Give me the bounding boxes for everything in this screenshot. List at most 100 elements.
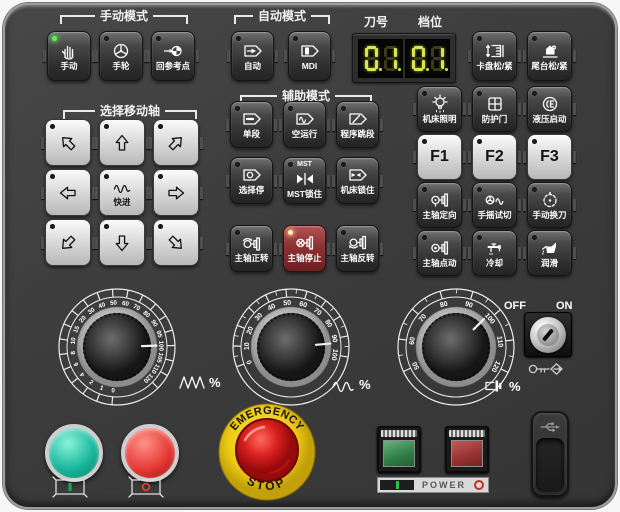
spindle-forward-button[interactable]: 主轴正转 (230, 225, 273, 272)
tool-number-label: 刀号 (364, 13, 388, 30)
spindle-orient-button[interactable]: 主轴定向 (417, 182, 462, 228)
aux-mode-button-group: 单段空运行 程序跳段选择停MSTMST锁住机床锁住 (230, 101, 379, 204)
axis-select-button-group: 快进 (45, 119, 199, 266)
button-label: 程序跳段 (340, 130, 374, 139)
rapid-feed-button[interactable]: 快进 (99, 169, 145, 216)
optional-stop-button[interactable]: 选择停 (230, 157, 273, 204)
manual-mode-group-title: 手动模式 (60, 10, 188, 24)
manual-tool-change-button[interactable]: 手动换刀 (527, 182, 572, 228)
led-indicator (50, 124, 55, 129)
f2-button[interactable]: F2 (472, 134, 517, 180)
led-indicator (104, 224, 109, 229)
manual-mode-button[interactable]: 手动 (47, 31, 91, 81)
led-indicator (236, 36, 241, 41)
button-label: 主轴反转 (340, 254, 374, 263)
pennant-auto-icon (243, 41, 263, 61)
axis-down-button[interactable] (99, 219, 145, 266)
axis-up-button[interactable] (99, 119, 145, 166)
led-indicator (341, 162, 346, 167)
icon-text: MST (297, 161, 312, 168)
spindle-jog-button[interactable]: 主轴点动 (417, 230, 462, 276)
arrow-icon (162, 128, 190, 156)
power-off-button[interactable] (121, 424, 179, 482)
led-indicator (158, 124, 163, 129)
emergency-stop-button[interactable]: EMERGENCY STOP (215, 400, 319, 504)
handwheel-mode-button[interactable]: 手轮 (99, 31, 143, 81)
feedrate-icon (178, 372, 206, 392)
auto-mode-button[interactable]: 自动 (231, 31, 274, 81)
right-function-button-group: 机床照明防护门液压启动 F1 F2F3 主轴定向手摇试切手动换刀主轴点动冷却 润滑 (417, 86, 572, 276)
machine-light-button[interactable]: 机床照明 (417, 86, 462, 132)
led-indicator (532, 139, 537, 144)
power-off-ring-icon (474, 480, 484, 490)
chuck-clamp-button[interactable]: 卡盘松/紧 (472, 31, 517, 81)
axis-up-right-button[interactable] (153, 119, 199, 166)
pennant-dryrun-icon (295, 109, 315, 129)
button-label: F1 (430, 149, 449, 165)
led-indicator (235, 230, 240, 235)
tailstock-clamp-button[interactable]: 尾台松/紧 (527, 31, 572, 81)
led-indicator (293, 36, 298, 41)
gear-position-label: 档位 (418, 13, 442, 30)
arrow-icon (112, 133, 132, 153)
axis-right-button[interactable] (153, 169, 199, 216)
svg-text:6: 6 (73, 361, 81, 367)
button-label: 冷却 (486, 259, 503, 268)
button-label: 手动换刀 (532, 211, 566, 220)
led-indicator (422, 187, 427, 192)
mst-lock-button[interactable]: MSTMST锁住 (283, 157, 326, 204)
button-label: 主轴停止 (287, 254, 321, 263)
led-indicator (50, 224, 55, 229)
axis-left-button[interactable] (45, 169, 91, 216)
hydraulic-icon (540, 94, 560, 114)
axis-down-right-button[interactable] (153, 219, 199, 266)
clamp-button-group: 卡盘松/紧尾台松/紧 (472, 31, 572, 81)
axis-down-left-button[interactable] (45, 219, 91, 266)
reference-return-button[interactable]: 回参考点 (151, 31, 195, 81)
handwheel-trial-cut-button[interactable]: 手摇试切 (472, 182, 517, 228)
f3-button[interactable]: F3 (527, 134, 572, 180)
machine-lock-button[interactable]: 机床锁住 (336, 157, 379, 204)
estop-mushroom[interactable] (236, 419, 298, 481)
svg-text:1: 1 (99, 384, 105, 392)
power-on-button[interactable] (45, 424, 103, 482)
spindle-fwd-icon (241, 233, 263, 253)
button-label: 主轴正转 (234, 254, 268, 263)
feed-override-dial[interactable]: 0124681015203040506070809095100105110120 (57, 287, 177, 407)
lamp-lens (383, 440, 415, 467)
dry-run-button[interactable]: 空运行 (283, 101, 326, 148)
mdi-mode-button[interactable]: MDI (288, 31, 331, 81)
spindle-stop-button[interactable]: 主轴停止 (283, 225, 326, 272)
button-label: 空运行 (292, 130, 318, 139)
seven-segment-digit (365, 46, 378, 71)
svg-text:60: 60 (409, 336, 417, 345)
spindle-reverse-button[interactable]: 主轴反转 (336, 225, 379, 272)
button-label: 快进 (113, 198, 130, 207)
key-switch[interactable] (524, 312, 572, 357)
tailstock-icon (540, 41, 560, 61)
unit-text: % (359, 377, 371, 392)
spindle-override-unit: % (484, 376, 521, 396)
lubrication-button[interactable]: 润滑 (527, 230, 572, 276)
key-switch-off-label: OFF (504, 300, 526, 312)
hydraulic-start-button[interactable]: 液压启动 (527, 86, 572, 132)
f1-button[interactable]: F1 (417, 134, 462, 180)
usb-icon (533, 417, 567, 437)
block-skip-button[interactable]: 程序跳段 (336, 101, 379, 148)
group-title-text: 选择移动轴 (95, 105, 165, 117)
guard-door-button[interactable]: 防护门 (472, 86, 517, 132)
axis-up-left-button[interactable] (45, 119, 91, 166)
button-label: 润滑 (541, 259, 558, 268)
single-block-button[interactable]: 单段 (230, 101, 273, 148)
seven-segment-digit (412, 46, 425, 71)
arrow-icon (58, 183, 78, 203)
collide-arrows-icon (295, 169, 315, 189)
rapid-override-unit: % (330, 374, 371, 394)
led-indicator (477, 187, 482, 192)
arrow-icon (54, 128, 82, 156)
coolant-button[interactable]: 冷却 (472, 230, 517, 276)
pennant-single-icon (242, 109, 262, 129)
green-indicator-lamp (377, 426, 421, 473)
tool-number-display (358, 39, 403, 78)
chuck-clamp-icon (485, 41, 505, 61)
